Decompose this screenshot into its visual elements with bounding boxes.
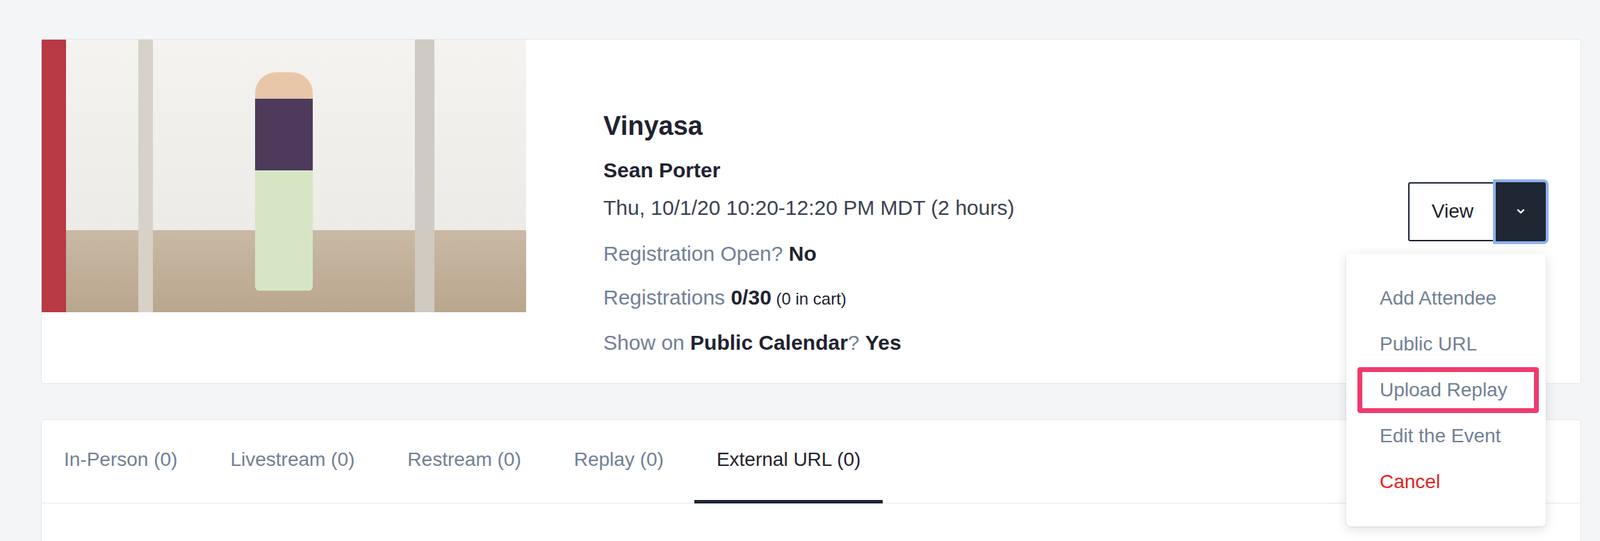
tab[interactable]: In-Person (0): [41, 419, 200, 504]
menu-item[interactable]: Public URL: [1346, 321, 1546, 367]
tab[interactable]: Livestream (0): [207, 419, 377, 504]
detail-text: No: [788, 241, 817, 265]
detail-row: Show on Public Calendar? Yes: [603, 330, 1395, 356]
event-photo: [41, 39, 527, 313]
event-schedule: Thu, 10/1/20 10:20-12:20 PM MDT (2 hours…: [603, 195, 1395, 221]
detail-text: Registration Open?: [603, 241, 789, 265]
event-title: Vinyasa: [603, 109, 1395, 143]
detail-text: Yes: [865, 330, 902, 354]
tab[interactable]: Restream (0): [385, 419, 543, 504]
chevron-down-icon: [1515, 205, 1527, 217]
menu-item[interactable]: Edit the Event: [1346, 412, 1546, 459]
detail-row: Registration Open? No: [603, 241, 1395, 267]
menu-item[interactable]: Upload Replay: [1357, 366, 1539, 413]
view-button-group: ViewAdd AttendeePublic URLUpload ReplayE…: [1408, 182, 1546, 242]
event-card: Vinyasa Sean Porter Thu, 10/1/20 10:20-12:…: [41, 38, 1582, 384]
detail-text: Public Calendar: [690, 330, 848, 354]
detail-text: Registrations: [603, 285, 731, 309]
detail-text: Show on: [603, 330, 691, 354]
event-details: Registration Open? No Registrations 0/30 …: [603, 241, 1395, 356]
detail-row: Registrations 0/30 (0 in cart): [603, 284, 1395, 312]
detail-text: ?: [847, 330, 866, 354]
detail-text: (0 in cart): [771, 289, 847, 308]
event-actions: ViewAdd AttendeePublic URLUpload ReplayE…: [1408, 182, 1546, 242]
menu-item[interactable]: Add Attendee: [1346, 275, 1546, 322]
event-instructor: Sean Porter: [603, 157, 1395, 183]
actions-menu: Add AttendeePublic URLUpload ReplayEdit …: [1346, 253, 1546, 527]
event-info: Vinyasa Sean Porter Thu, 10/1/20 10:20-12:…: [603, 39, 1395, 356]
page: Vinyasa Sean Porter Thu, 10/1/20 10:20-12:…: [0, 0, 1600, 541]
dropdown-toggle[interactable]: [1495, 182, 1546, 242]
tab[interactable]: External URL (0): [694, 419, 883, 504]
tab[interactable]: Replay (0): [551, 419, 687, 504]
photo-wall: [255, 72, 314, 291]
detail-text: 0/30: [730, 285, 771, 309]
menu-item[interactable]: Cancel: [1346, 458, 1546, 505]
view-button[interactable]: View: [1408, 182, 1496, 242]
